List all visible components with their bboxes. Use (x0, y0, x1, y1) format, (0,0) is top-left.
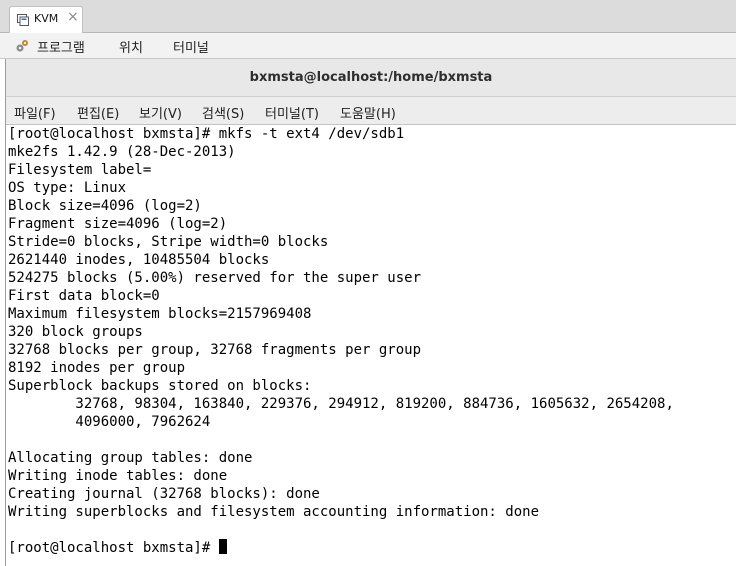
terminal-cursor (218, 539, 227, 554)
kvm-tab-strip: KVM × (0, 0, 736, 33)
menu-help[interactable]: 도움말(H) (340, 103, 396, 122)
menu-view[interactable]: 보기(V) (139, 103, 182, 122)
menu-file[interactable]: 파일(F) (14, 103, 56, 122)
terminal-line: Allocating group tables: done (8, 450, 253, 466)
desktop-panel: 프로그램 위치 터미널 (0, 33, 736, 59)
terminal-prompt-line: [root@localhost bxmsta]# (8, 539, 227, 557)
terminal-window: bxmsta@localhost:/home/bxmsta 파일(F) 편집(E… (5, 59, 736, 566)
terminal-line: Block size=4096 (log=2) (8, 198, 202, 214)
window-menubar: 파일(F) 편집(E) 보기(V) 검색(S) 터미널(T) 도움말(H) (6, 97, 736, 125)
console-icon (17, 14, 29, 26)
terminal-line: Writing superblocks and filesystem accou… (8, 504, 540, 520)
kvm-tab[interactable]: KVM × (9, 6, 83, 33)
terminal-line: 32768, 98304, 163840, 229376, 294912, 81… (8, 396, 674, 412)
terminal-line: Writing inode tables: done (8, 468, 228, 484)
terminal-line: Maximum filesystem blocks=2157969408 (8, 306, 312, 322)
menu-edit[interactable]: 편집(E) (77, 103, 119, 122)
terminal-output[interactable]: [root@localhost bxmsta]# mkfs -t ext4 /d… (6, 125, 736, 566)
panel-menu-terminal[interactable]: 터미널 (173, 37, 209, 56)
terminal-line: Filesystem label= (8, 162, 152, 178)
terminal-line: 2621440 inodes, 10485504 blocks (8, 252, 270, 268)
terminal-line: 524275 blocks (5.00%) reserved for the s… (8, 270, 422, 286)
window-titlebar[interactable]: bxmsta@localhost:/home/bxmsta (6, 59, 736, 97)
close-icon[interactable]: × (67, 9, 79, 25)
window-title: bxmsta@localhost:/home/bxmsta (249, 70, 493, 85)
terminal-line: Fragment size=4096 (log=2) (8, 216, 228, 232)
menu-search[interactable]: 검색(S) (202, 103, 244, 122)
terminal-line: Superblock backups stored on blocks: (8, 378, 312, 394)
menu-terminal[interactable]: 터미널(T) (265, 103, 319, 122)
terminal-line: OS type: Linux (8, 180, 127, 196)
kvm-tab-label: KVM (34, 12, 59, 25)
terminal-line: First data block=0 (8, 288, 160, 304)
panel-menu-applications[interactable]: 프로그램 (37, 37, 85, 56)
panel-menu-places[interactable]: 위치 (119, 37, 143, 56)
terminal-line: 32768 blocks per group, 32768 fragments … (8, 342, 422, 358)
terminal-line: Stride=0 blocks, Stripe width=0 blocks (8, 234, 329, 250)
applications-icon (16, 40, 28, 52)
terminal-line: [root@localhost bxmsta]# mkfs -t ext4 /d… (8, 126, 405, 142)
terminal-line: 8192 inodes per group (8, 360, 186, 376)
terminal-line: mke2fs 1.42.9 (28-Dec-2013) (8, 144, 236, 160)
terminal-line: 4096000, 7962624 (8, 414, 211, 430)
terminal-prompt: [root@localhost bxmsta]# (8, 540, 219, 556)
terminal-line: 320 block groups (8, 324, 143, 340)
terminal-line: Creating journal (32768 blocks): done (8, 486, 320, 502)
